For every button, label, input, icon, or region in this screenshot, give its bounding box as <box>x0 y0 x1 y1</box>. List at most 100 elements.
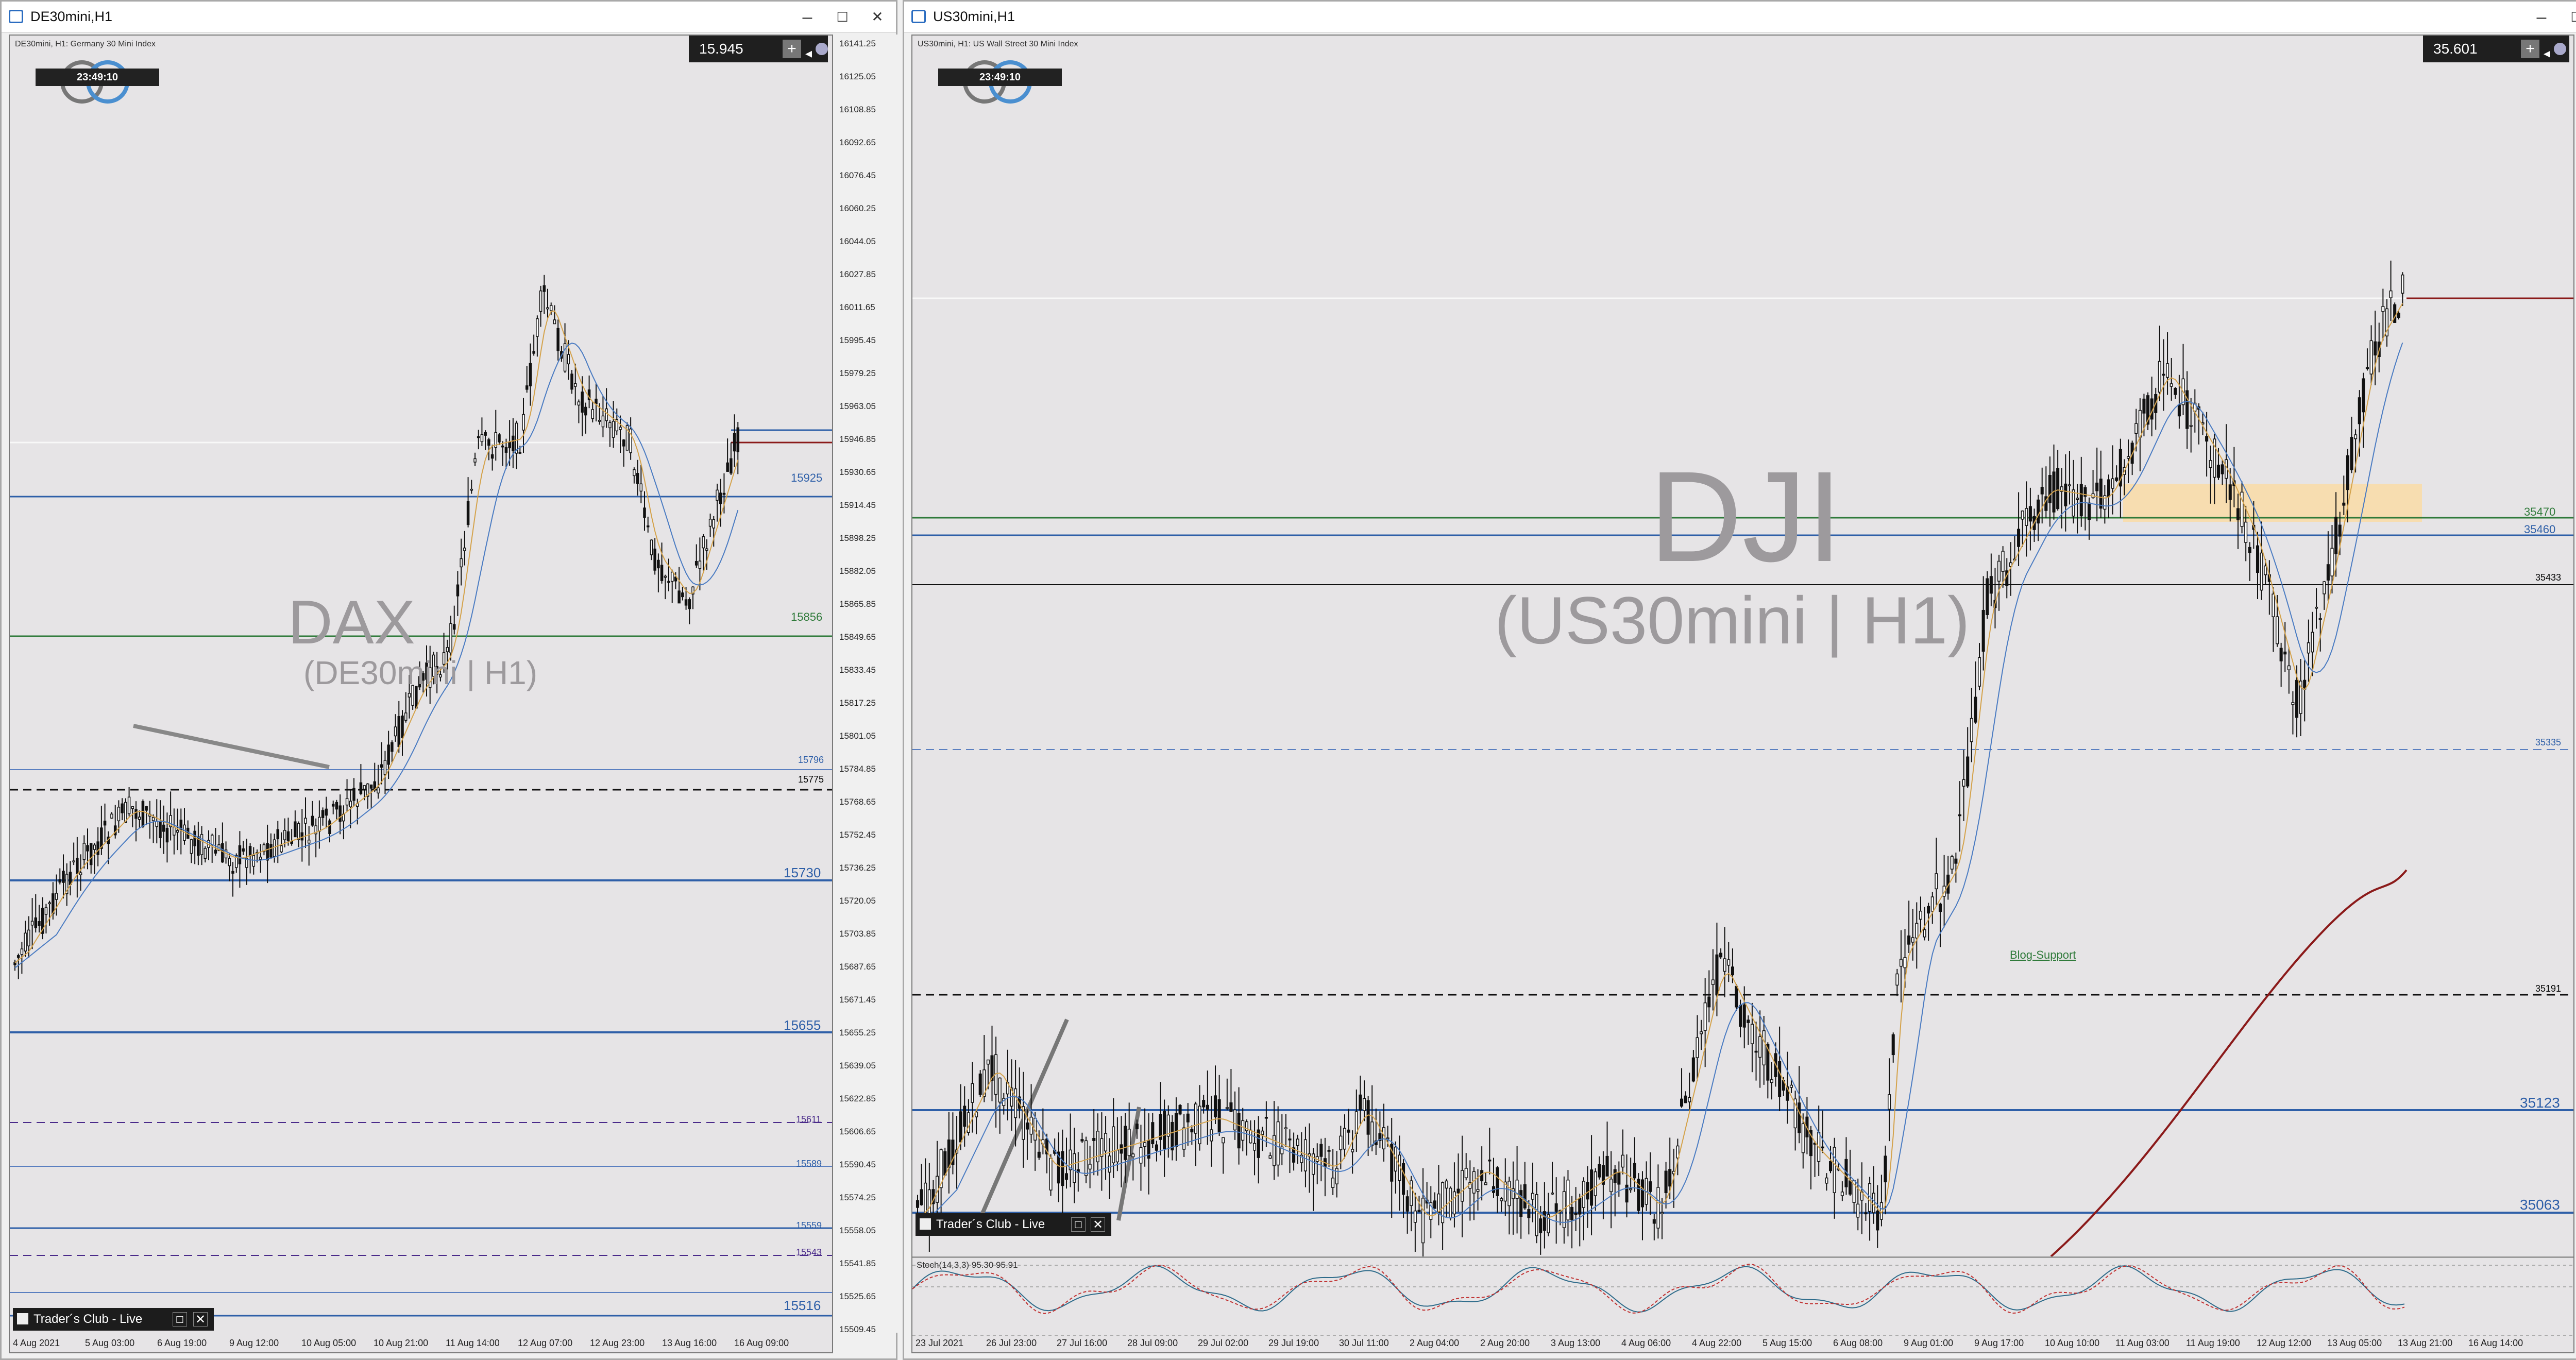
candle <box>449 623 452 654</box>
time-tick-label: 23 Jul 2021 <box>916 1338 964 1348</box>
panel-close-button[interactable]: ✕ <box>1091 1217 1105 1232</box>
candle <box>1747 1019 1750 1023</box>
trading-panel-tab[interactable]: Trader´s Club - Live ☐ ✕ <box>916 1213 1111 1236</box>
candle <box>2221 464 2224 474</box>
level-label: 35433 <box>2535 572 2562 583</box>
candle <box>1727 959 1731 966</box>
spread-plus-button[interactable]: + <box>783 40 801 58</box>
spread-widget[interactable]: 15.945 + ◂ <box>689 36 828 62</box>
candle <box>2381 306 2385 312</box>
candle <box>920 1189 923 1205</box>
panel-restore-button[interactable]: ☐ <box>1071 1217 1086 1232</box>
candle <box>1151 1122 1155 1145</box>
candle <box>1903 957 1907 968</box>
candle <box>1014 1088 1018 1118</box>
candle <box>1907 935 1911 945</box>
time-tick-label: 26 Jul 23:00 <box>986 1338 1037 1348</box>
minimize-button[interactable]: – <box>793 6 822 28</box>
globe-icon[interactable] <box>816 43 828 55</box>
price-axis[interactable]: 16141.25 16125.05 16108.85 16092.65 16076.45… <box>834 35 898 1334</box>
candle <box>2056 468 2060 509</box>
candle <box>48 902 51 905</box>
globe-icon[interactable] <box>2554 43 2566 55</box>
candle <box>2256 545 2260 573</box>
candle <box>369 784 373 789</box>
spread-plus-button[interactable]: + <box>2521 40 2539 58</box>
candle <box>694 560 698 566</box>
candle <box>1343 1128 1347 1150</box>
stochastic-signal-line <box>912 1263 2405 1314</box>
candle <box>1770 1079 1773 1083</box>
candle <box>349 801 352 808</box>
panel-restore-button[interactable]: ☐ <box>173 1312 187 1327</box>
candle <box>72 860 75 862</box>
arrow-left-icon[interactable]: ◂ <box>2544 40 2550 66</box>
candle <box>2040 487 2044 495</box>
candle <box>2365 367 2369 369</box>
window-titlebar[interactable]: DE30mini,H1 – ☐ ✕ <box>2 2 896 33</box>
price-chart-area[interactable]: US30mini, H1: US Wall Street 30 Mini Ind… <box>911 35 2574 1353</box>
price-tick-label: 15703.85 <box>839 929 876 939</box>
candle <box>38 921 41 926</box>
candle <box>1507 1181 1511 1206</box>
candle <box>1476 1189 1480 1192</box>
candle <box>141 801 145 827</box>
candle <box>1182 1127 1186 1150</box>
candle <box>684 599 688 606</box>
maximize-button[interactable]: ☐ <box>2562 6 2576 28</box>
trading-panel-tab[interactable]: Trader´s Club - Live ☐ ✕ <box>13 1308 214 1331</box>
candle <box>1981 609 1985 652</box>
candle <box>2025 508 2028 526</box>
candle <box>1586 1182 1589 1200</box>
price-tick-label: 15622.85 <box>839 1094 876 1103</box>
time-axis[interactable]: 4 Aug 2021 5 Aug 03:00 6 Aug 19:00 9 Aug 12… <box>9 1336 833 1356</box>
time-tick-label: 4 Aug 22:00 <box>1692 1338 1742 1348</box>
candle <box>1696 1037 1699 1058</box>
arrow-left-icon[interactable]: ◂ <box>805 40 812 66</box>
maximize-button[interactable]: ☐ <box>828 6 857 28</box>
candle <box>619 427 622 430</box>
time-axis[interactable]: 23 Jul 2021 26 Jul 23:00 27 Jul 16:00 28 Ju… <box>911 1336 2574 1356</box>
candle <box>947 1139 951 1168</box>
candle <box>2326 564 2330 581</box>
minimize-button[interactable]: – <box>2527 6 2556 28</box>
candle <box>1531 1193 1535 1200</box>
candle <box>1574 1213 1578 1215</box>
candle <box>1268 1155 1272 1159</box>
candle <box>1488 1159 1492 1162</box>
candle <box>522 414 525 431</box>
candle <box>608 422 612 429</box>
time-tick-label: 13 Aug 16:00 <box>662 1338 717 1348</box>
dji-chart-window[interactable]: US30mini,H1 – ☐ ✕ US30mini, H1: US Wall … <box>903 0 2576 1360</box>
window-titlebar[interactable]: US30mini,H1 – ☐ ✕ <box>904 2 2576 33</box>
candle <box>463 547 466 551</box>
candle <box>1480 1170 1484 1182</box>
candle <box>1825 1177 1828 1184</box>
candle <box>1554 1203 1558 1212</box>
candle <box>1707 996 1711 1008</box>
candle <box>670 571 674 582</box>
candle <box>2087 502 2091 520</box>
candle <box>633 469 636 477</box>
candle <box>536 318 539 337</box>
spread-widget[interactable]: 35.601 + ◂ <box>2423 36 2569 62</box>
price-chart-area[interactable]: DE30mini, H1: Germany 30 Mini Index 23:4… <box>9 35 833 1353</box>
candle <box>1213 1095 1217 1117</box>
candle <box>2162 373 2165 376</box>
panel-close-button[interactable]: ✕ <box>193 1312 208 1327</box>
blog-support-label[interactable]: Blog-Support <box>2010 948 2076 962</box>
close-button[interactable]: ✕ <box>863 6 892 28</box>
candle <box>248 846 252 857</box>
candle <box>504 447 508 453</box>
time-tick-label: 2 Aug 20:00 <box>1480 1338 1530 1348</box>
candle <box>1253 1143 1257 1151</box>
dax-chart-window[interactable]: DE30mini,H1 – ☐ ✕ DE30mini, H1: Germany … <box>0 0 898 1360</box>
candle <box>1762 1030 1766 1066</box>
candle <box>2275 616 2279 644</box>
supply-zone <box>2123 484 2422 522</box>
candle <box>622 439 625 447</box>
price-tick-label: 15655.25 <box>839 1028 876 1038</box>
candle <box>653 548 656 571</box>
candle <box>1735 985 1738 1008</box>
price-tick-label: 16027.85 <box>839 269 876 279</box>
